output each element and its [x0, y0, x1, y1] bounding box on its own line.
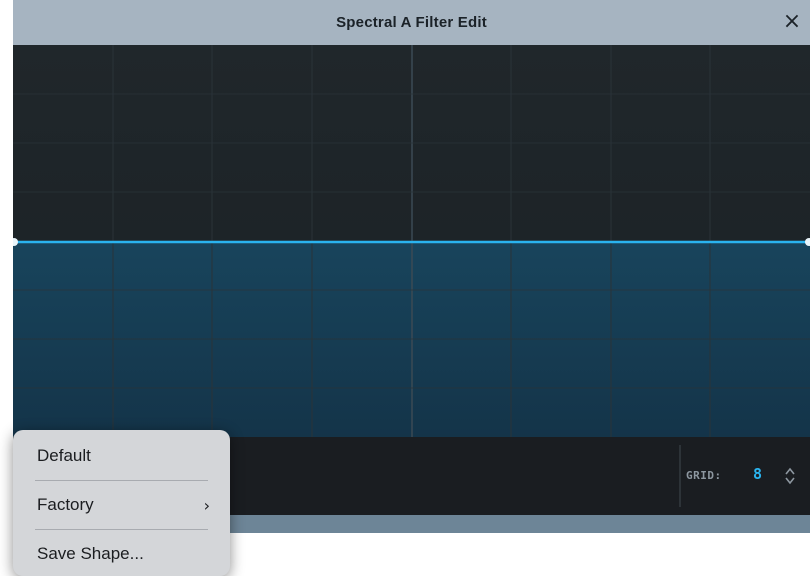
graph-canvas	[13, 45, 810, 437]
title-bar: Spectral A Filter Edit ×	[13, 0, 810, 45]
menu-item-factory[interactable]: Factory ›	[13, 483, 230, 527]
menu-separator	[35, 529, 208, 530]
menu-separator	[35, 480, 208, 481]
toolbar-divider	[679, 445, 681, 507]
menu-item-label: Default	[37, 446, 91, 465]
up-down-chevron-icon[interactable]	[784, 466, 796, 486]
chevron-right-icon: ›	[203, 496, 210, 515]
menu-item-label: Save Shape...	[37, 544, 144, 563]
close-icon[interactable]: ×	[780, 10, 804, 34]
grid-label: GRID:	[686, 469, 722, 482]
menu-item-save-shape[interactable]: Save Shape...	[13, 532, 230, 576]
context-menu: Default Factory › Save Shape...	[13, 430, 230, 576]
window-title: Spectral A Filter Edit	[336, 14, 487, 31]
grid-value[interactable]: 8	[753, 465, 762, 483]
menu-item-default[interactable]: Default	[13, 434, 230, 478]
menu-item-label: Factory	[37, 495, 94, 514]
filter-shape-graph[interactable]	[13, 45, 810, 437]
